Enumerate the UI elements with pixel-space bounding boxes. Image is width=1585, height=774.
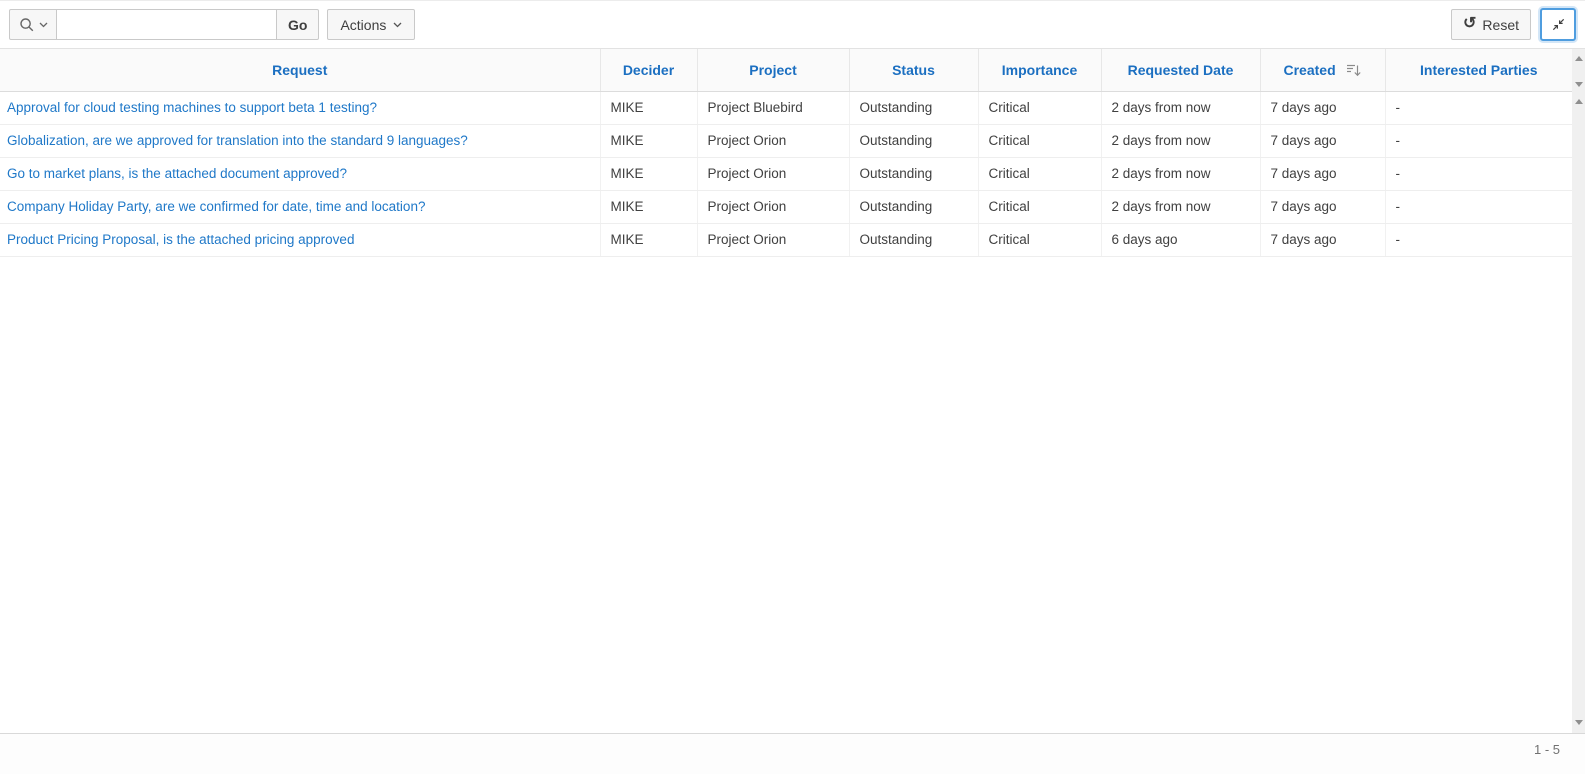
cell-created: 7 days ago <box>1260 223 1385 256</box>
scroll-up-arrow-icon[interactable] <box>1575 56 1583 61</box>
cell-project: Project Orion <box>697 223 849 256</box>
cell-project: Project Orion <box>697 157 849 190</box>
cell-decider: MIKE <box>600 190 697 223</box>
cell-importance: Critical <box>978 157 1101 190</box>
cell-requested-date: 6 days ago <box>1101 223 1260 256</box>
table-row: Go to market plans, is the attached docu… <box>0 157 1572 190</box>
actions-menu-button[interactable]: Actions <box>327 9 415 40</box>
request-link[interactable]: Approval for cloud testing machines to s… <box>7 100 377 115</box>
table-row: Globalization, are we approved for trans… <box>0 124 1572 157</box>
column-header-created[interactable]: Created <box>1260 49 1385 91</box>
cell-importance: Critical <box>978 190 1101 223</box>
cell-importance: Critical <box>978 91 1101 124</box>
table-row: Product Pricing Proposal, is the attache… <box>0 223 1572 256</box>
request-link[interactable]: Company Holiday Party, are we confirmed … <box>7 199 425 214</box>
interactive-report-region: Go Actions ↺ Reset <box>0 0 1585 774</box>
request-link[interactable]: Globalization, are we approved for trans… <box>7 133 468 148</box>
column-header-interested-parties[interactable]: Interested Parties <box>1385 49 1572 91</box>
cell-importance: Critical <box>978 124 1101 157</box>
cell-project: Project Orion <box>697 190 849 223</box>
cell-decider: MIKE <box>600 124 697 157</box>
column-header-requested-date[interactable]: Requested Date <box>1101 49 1260 91</box>
report-table: Request Decider Project Status Importanc… <box>0 49 1572 257</box>
search-bar: Go <box>9 9 319 40</box>
cell-interested-parties: - <box>1385 91 1572 124</box>
cell-importance: Critical <box>978 223 1101 256</box>
vertical-scrollbar[interactable] <box>1572 49 1585 733</box>
request-link[interactable]: Product Pricing Proposal, is the attache… <box>7 232 354 247</box>
cell-requested-date: 2 days from now <box>1101 190 1260 223</box>
toolbar-right-group: ↺ Reset <box>1451 8 1576 41</box>
reset-button-label: Reset <box>1482 17 1519 33</box>
cell-decider: MIKE <box>600 91 697 124</box>
search-column-menu-button[interactable] <box>9 9 57 40</box>
search-input[interactable] <box>56 9 277 40</box>
scroll-down-arrow-icon[interactable] <box>1575 82 1583 87</box>
report-table-wrap: Request Decider Project Status Importanc… <box>0 49 1572 733</box>
column-header-status[interactable]: Status <box>849 49 978 91</box>
cell-requested-date: 2 days from now <box>1101 157 1260 190</box>
cell-request: Go to market plans, is the attached docu… <box>0 157 600 190</box>
cell-project: Project Orion <box>697 124 849 157</box>
column-header-request[interactable]: Request <box>0 49 600 91</box>
cell-created: 7 days ago <box>1260 91 1385 124</box>
scroll-down-arrow-icon[interactable] <box>1575 720 1583 725</box>
cell-status: Outstanding <box>849 190 978 223</box>
report-grid-area: Request Decider Project Status Importanc… <box>0 49 1585 733</box>
sort-descending-icon <box>1346 64 1362 77</box>
cell-interested-parties: - <box>1385 223 1572 256</box>
reset-undo-icon: ↺ <box>1463 16 1476 32</box>
request-link[interactable]: Go to market plans, is the attached docu… <box>7 166 347 181</box>
reset-button[interactable]: ↺ Reset <box>1451 9 1531 40</box>
collapse-arrows-icon <box>1551 17 1566 32</box>
cell-status: Outstanding <box>849 157 978 190</box>
go-button[interactable]: Go <box>276 9 319 40</box>
chevron-down-icon <box>39 22 48 28</box>
cell-status: Outstanding <box>849 124 978 157</box>
cell-request: Company Holiday Party, are we confirmed … <box>0 190 600 223</box>
header-scrollbar-stub <box>1572 49 1585 91</box>
column-header-created-label: Created <box>1283 62 1335 78</box>
cell-decider: MIKE <box>600 223 697 256</box>
cell-requested-date: 2 days from now <box>1101 91 1260 124</box>
pagination-range: 1 - 5 <box>1534 742 1560 757</box>
table-row: Approval for cloud testing machines to s… <box>0 91 1572 124</box>
column-header-project[interactable]: Project <box>697 49 849 91</box>
table-row: Company Holiday Party, are we confirmed … <box>0 190 1572 223</box>
search-icon <box>19 17 35 33</box>
report-footer: 1 - 5 <box>0 733 1585 774</box>
cell-interested-parties: - <box>1385 157 1572 190</box>
cell-created: 7 days ago <box>1260 157 1385 190</box>
cell-created: 7 days ago <box>1260 190 1385 223</box>
body-scrollbar-track[interactable] <box>1572 91 1585 733</box>
cell-request: Product Pricing Proposal, is the attache… <box>0 223 600 256</box>
report-toolbar: Go Actions ↺ Reset <box>0 1 1585 49</box>
cell-request: Globalization, are we approved for trans… <box>0 124 600 157</box>
cell-interested-parties: - <box>1385 190 1572 223</box>
cell-interested-parties: - <box>1385 124 1572 157</box>
cell-created: 7 days ago <box>1260 124 1385 157</box>
cell-request: Approval for cloud testing machines to s… <box>0 91 600 124</box>
cell-project: Project Bluebird <box>697 91 849 124</box>
column-header-decider[interactable]: Decider <box>600 49 697 91</box>
column-header-importance[interactable]: Importance <box>978 49 1101 91</box>
cell-decider: MIKE <box>600 157 697 190</box>
cell-status: Outstanding <box>849 91 978 124</box>
header-row: Request Decider Project Status Importanc… <box>0 49 1572 91</box>
actions-button-label: Actions <box>340 17 386 33</box>
collapse-region-button[interactable] <box>1540 8 1576 41</box>
chevron-down-icon <box>393 22 402 28</box>
cell-requested-date: 2 days from now <box>1101 124 1260 157</box>
cell-status: Outstanding <box>849 223 978 256</box>
scroll-up-arrow-icon[interactable] <box>1575 99 1583 104</box>
